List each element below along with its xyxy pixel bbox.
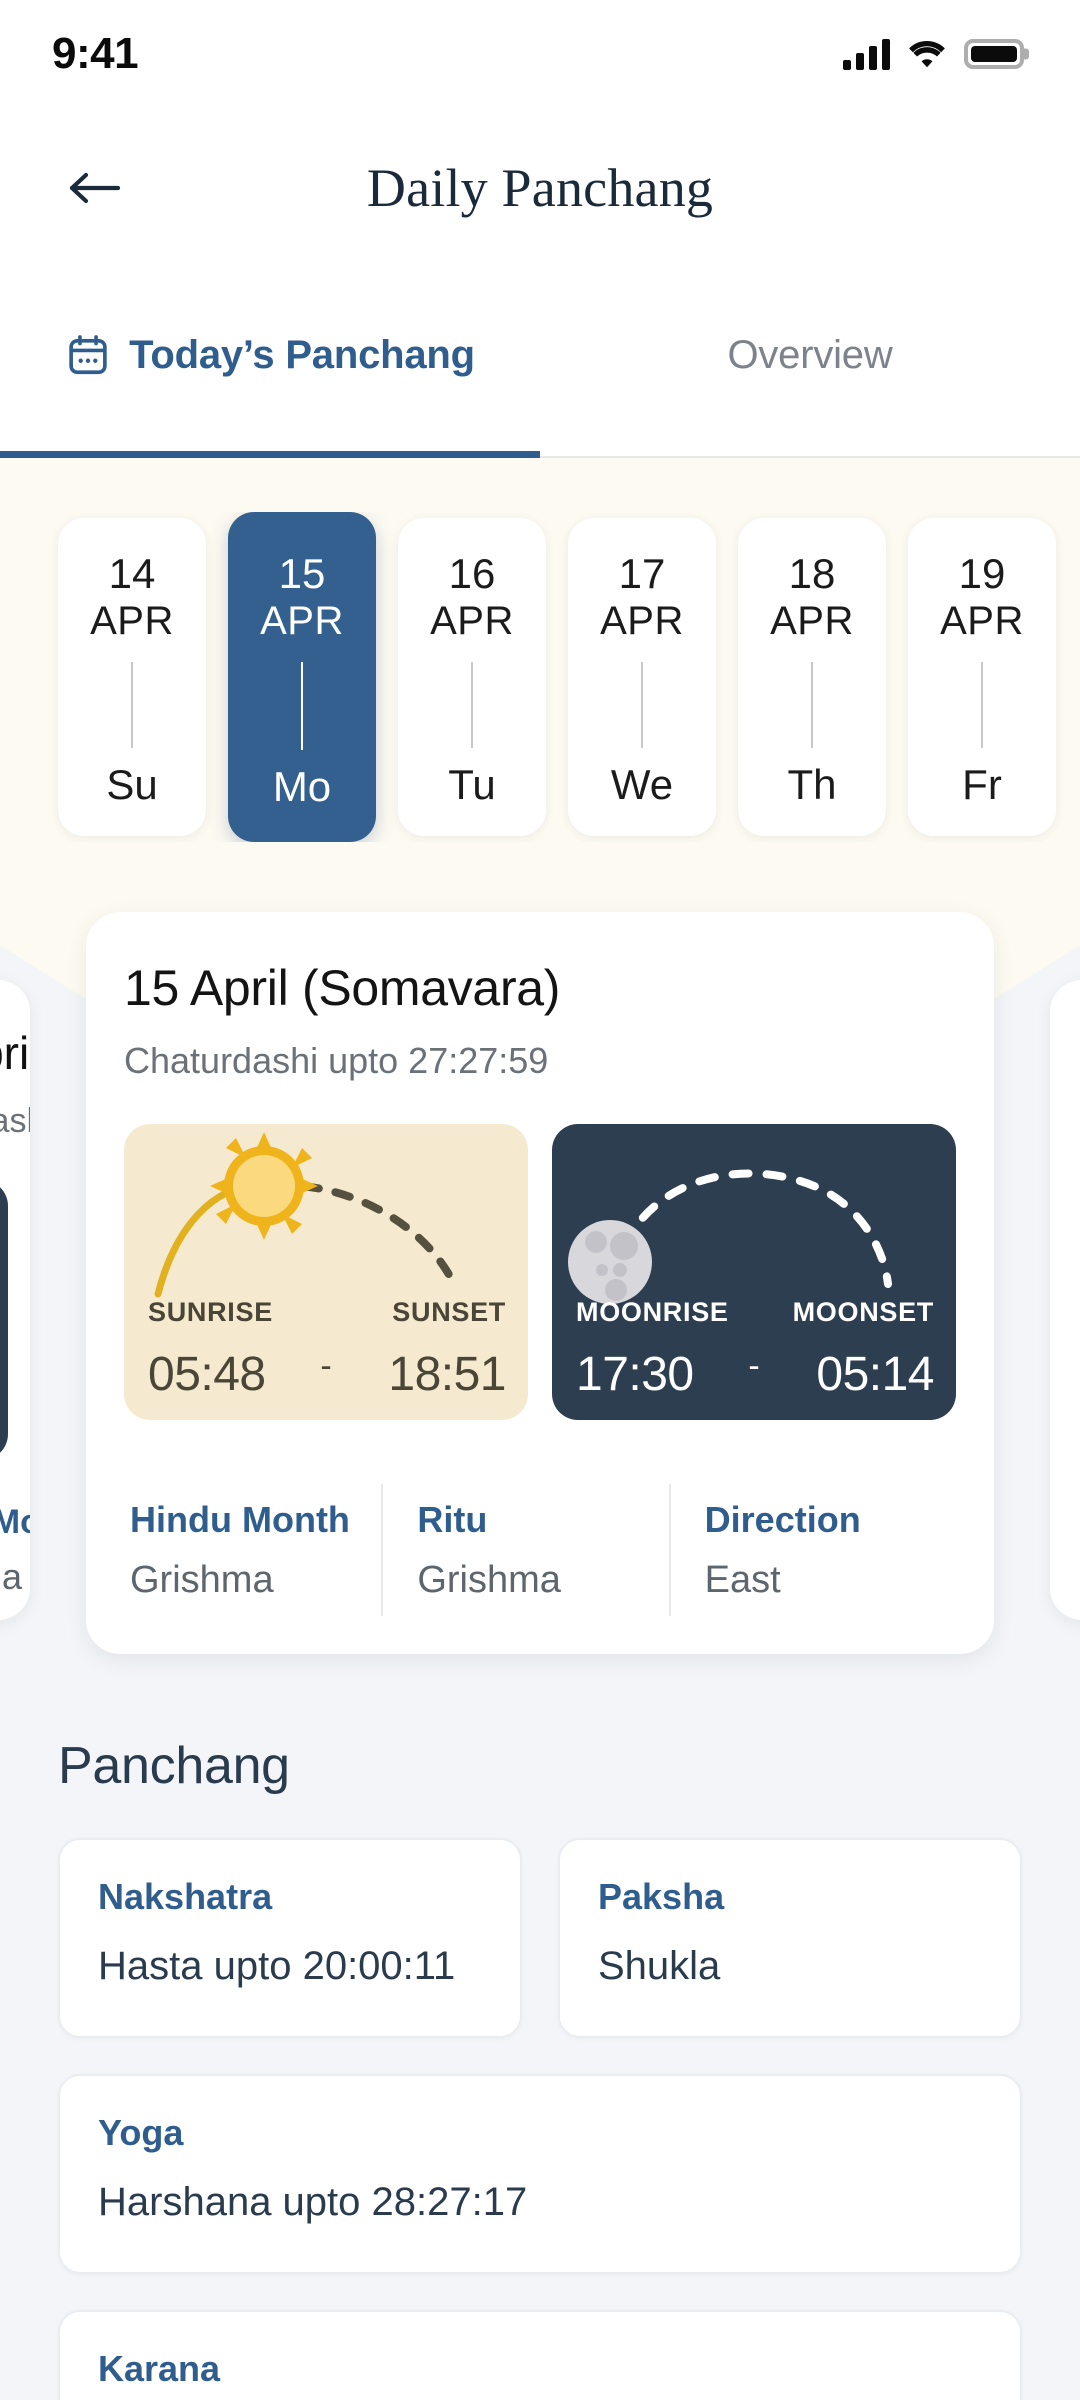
date-chip-day: 14	[108, 550, 156, 597]
tab-active-indicator	[0, 451, 540, 458]
meta-direction: Direction East	[668, 1484, 956, 1616]
moonrise-label: MOONRISE	[576, 1296, 729, 1327]
meta-hindu-month: Hindu Month Grishma	[124, 1484, 381, 1616]
day-card-tithi: Chaturdashi upto 27:27:59	[124, 1039, 549, 1081]
panchang-card-value: Harshana upto 28:27:17	[98, 2180, 528, 2224]
sun-label-row: SUNRISE SUNSET	[148, 1297, 506, 1328]
meta-value: Grishma	[130, 1558, 274, 1601]
date-chip-divider	[811, 662, 813, 748]
date-chip-day: 17	[618, 550, 666, 597]
date-chip-month: APR	[90, 599, 174, 644]
panchang-card-yoga[interactable]: Yoga Harshana upto 28:27:17	[58, 2074, 1022, 2274]
date-chip-weekday: Su	[106, 761, 158, 808]
date-chip-month: APR	[430, 599, 514, 644]
meta-key: Ritu	[417, 1498, 488, 1540]
date-chip-weekday: Mo	[272, 763, 332, 810]
calendar-icon	[69, 335, 107, 375]
meta-value: East	[704, 1558, 781, 1601]
date-chip-16[interactable]: 16 APR Tu	[398, 518, 546, 836]
meta-ritu: Ritu Grishma	[381, 1484, 668, 1616]
panchang-card-key: Yoga	[98, 2112, 184, 2153]
date-chip-19[interactable]: 19 APR Fr	[908, 518, 1056, 836]
status-icons	[843, 38, 1024, 70]
day-card-next-peek[interactable]: 16 April (Mangalavara) Purnima upto 29:0…	[1050, 980, 1080, 1620]
meta-value: Grishma	[417, 1558, 561, 1601]
date-chip-divider	[301, 662, 303, 750]
date-chip-divider	[981, 662, 983, 748]
day-detail-card: 15 April (Somavara) Chaturdashi upto 27:…	[86, 912, 994, 1654]
date-chip-divider	[471, 662, 473, 748]
date-chip-weekday: Fr	[962, 761, 1002, 808]
panchang-card-grid: Nakshatra Hasta upto 20:00:11 Paksha Shu…	[58, 1838, 1022, 2400]
moonrise-value: 17:30	[576, 1347, 694, 1401]
date-chip-day: 15	[278, 550, 326, 597]
day-card-title: 15 April (Somavara)	[124, 960, 561, 1016]
date-chip-weekday: We	[610, 761, 674, 808]
date-chip-month: APR	[770, 599, 854, 644]
sunrise-value: 05:48	[148, 1347, 266, 1401]
day-card-previous-peek[interactable]: 14 April (Ravivara) Trayodashi upto 25:1…	[0, 980, 30, 1620]
panchang-card-key: Karana	[98, 2348, 221, 2389]
status-bar: 9:41	[0, 0, 1080, 108]
tab-todays-panchang[interactable]: Today’s Panchang	[0, 268, 540, 458]
moonset-value: 05:14	[816, 1347, 934, 1401]
daily-panchang-screen: 9:41 Daily Panchang Today’s Panchang Ove…	[0, 0, 1080, 2400]
meta-key: Hindu Month	[130, 1498, 350, 1540]
moon-icon	[568, 1219, 652, 1304]
date-chip-divider	[131, 662, 133, 748]
panchang-card-paksha[interactable]: Paksha Shukla	[558, 1838, 1022, 2038]
sunset-value: 18:51	[388, 1347, 506, 1401]
battery-full-icon	[964, 39, 1024, 69]
date-chip-day: 16	[448, 550, 496, 597]
panchang-card-key: Paksha	[598, 1876, 725, 1917]
meta-key: Direction	[704, 1498, 861, 1540]
panchang-card-value: Shukla	[598, 1944, 721, 1988]
moon-label-row: MOONRISE MOONSET	[576, 1297, 934, 1328]
sunrise-label: SUNRISE	[148, 1296, 273, 1327]
panchang-card-key: Nakshatra	[98, 1876, 273, 1917]
date-chip-weekday: Th	[787, 761, 837, 808]
page-title: Daily Panchang	[366, 158, 714, 218]
status-time: 9:41	[52, 29, 139, 78]
moonset-label: MOONSET	[792, 1296, 934, 1327]
panchang-card-nakshatra[interactable]: Nakshatra Hasta upto 20:00:11	[58, 1838, 522, 2038]
sunset-label: SUNSET	[392, 1296, 506, 1327]
date-chip-month: APR	[940, 599, 1024, 644]
sun-moon-row: SUNRISE SUNSET 05:48 18:51 - MOONRISE MO…	[124, 1123, 956, 1420]
date-chip-month: APR	[260, 599, 344, 644]
peek-card-title: 14 April (Ravivara)	[0, 1027, 30, 1079]
date-chip-14[interactable]: 14 APR Su	[58, 518, 206, 836]
date-chip-15-selected[interactable]: 15 APR Mo	[228, 512, 376, 842]
date-chip-17[interactable]: 17 APR We	[568, 518, 716, 836]
peek-card-subtitle: Trayodashi upto 25:11:02	[0, 1102, 30, 1140]
wifi-icon	[909, 41, 945, 68]
tab-label-overview: Overview	[727, 332, 893, 377]
tab-label-todays-panchang: Today’s Panchang	[129, 332, 475, 377]
sunrise-sunset-panel: SUNRISE SUNSET 05:48 18:51 -	[124, 1123, 528, 1420]
date-chip-month: APR	[600, 599, 684, 644]
date-chip-divider	[641, 662, 643, 748]
date-chip-weekday: Tu	[448, 761, 496, 808]
tab-bar: Today’s Panchang Overview	[0, 268, 1080, 458]
panchang-section-title: Panchang	[58, 1737, 290, 1795]
sun-icon	[210, 1131, 318, 1240]
app-bar: Daily Panchang	[0, 108, 1080, 268]
panchang-card-value: Hasta upto 20:00:11	[98, 1944, 456, 1988]
date-chip-18[interactable]: 18 APR Th	[738, 518, 886, 836]
date-chip-day: 18	[788, 550, 836, 597]
date-chip-day: 19	[958, 550, 1006, 597]
moon-separator: -	[748, 1346, 760, 1385]
day-card-meta-row: Hindu Month Grishma Ritu Grishma Directi…	[124, 1484, 956, 1616]
sun-separator: -	[320, 1346, 332, 1385]
tab-overview[interactable]: Overview	[540, 268, 1080, 458]
peek-card-meta-value: Grishma	[0, 1556, 23, 1597]
moonrise-moonset-panel: MOONRISE MOONSET 17:30 05:14 -	[552, 1123, 956, 1420]
peek-card-meta-key: Hindu Month	[0, 1503, 30, 1541]
date-selector-strip[interactable]: 14 APR Su 15 APR Mo 16 APR Tu 17 APR We …	[0, 512, 1080, 842]
cellular-signal-icon	[843, 38, 890, 70]
peek-card-moon-panel	[0, 1180, 8, 1460]
panchang-card-karana[interactable]: Karana	[58, 2310, 1022, 2400]
